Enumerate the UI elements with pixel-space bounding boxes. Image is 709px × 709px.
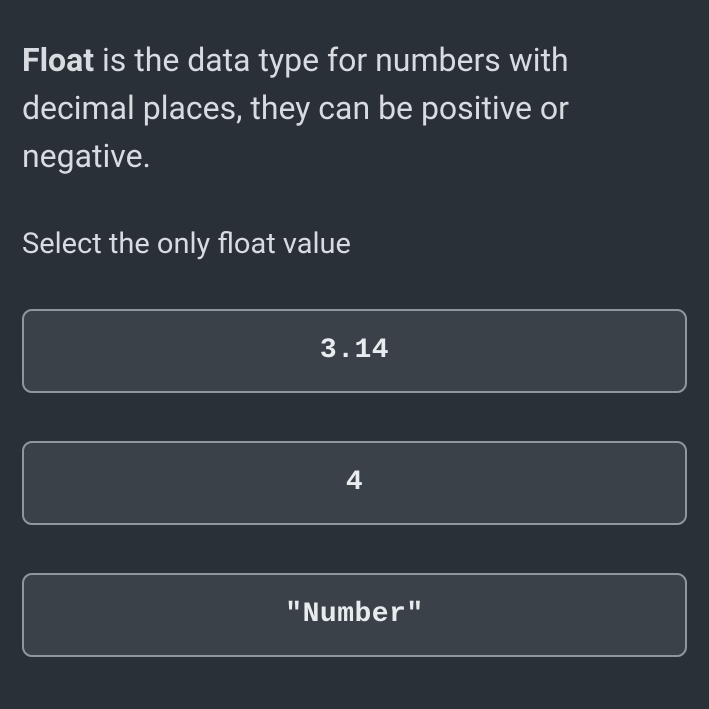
- option-label: "Number": [285, 599, 423, 630]
- option-label: 4: [346, 467, 363, 498]
- intro-description: is the data type for numbers with decima…: [22, 41, 569, 175]
- option-button-3[interactable]: "Number": [22, 573, 687, 657]
- term-float: Float: [22, 41, 94, 79]
- option-button-2[interactable]: 4: [22, 441, 687, 525]
- option-label: 3.14: [320, 335, 389, 366]
- intro-text: Float is the data type for numbers with …: [22, 36, 687, 180]
- options-container: 3.14 4 "Number": [22, 309, 687, 657]
- option-button-1[interactable]: 3.14: [22, 309, 687, 393]
- question-prompt: Select the only float value: [22, 224, 687, 265]
